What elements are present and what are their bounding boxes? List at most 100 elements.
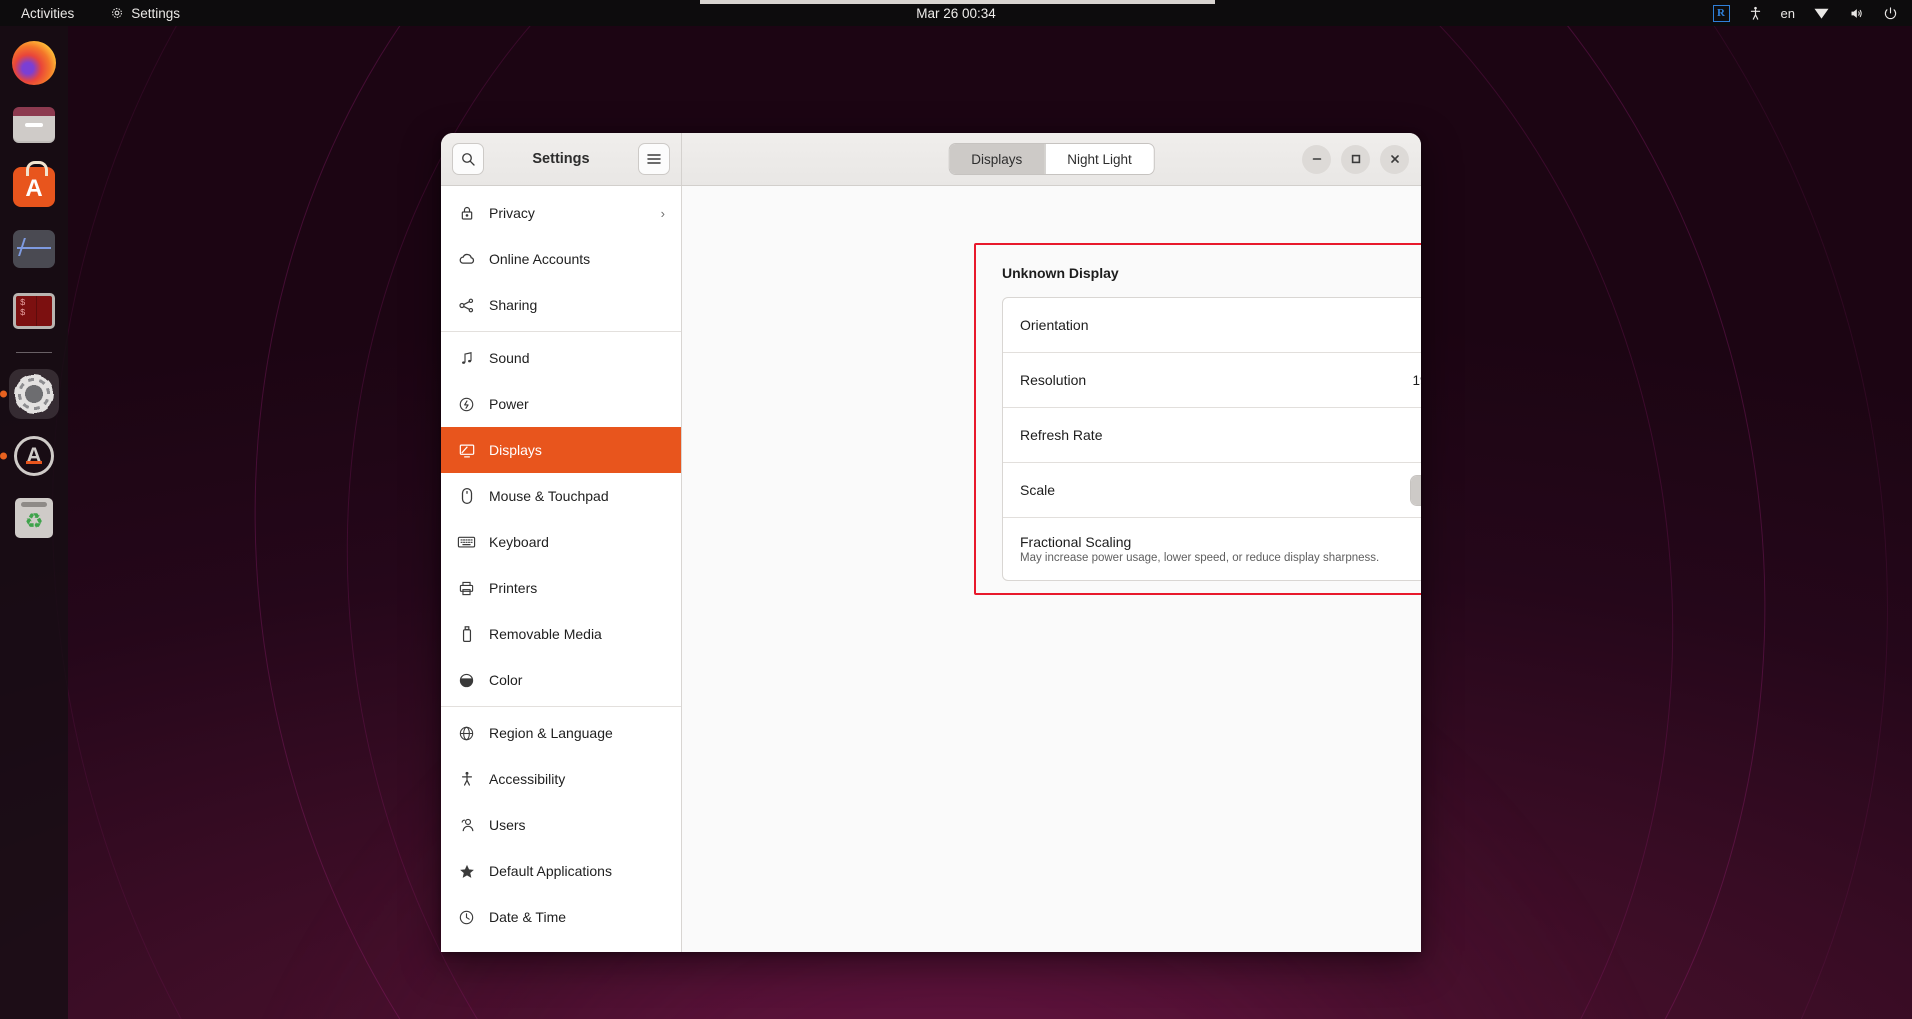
usb-drive-icon: [457, 625, 476, 644]
resolution-dropdown[interactable]: 1920 × 1080 (16:9): [1413, 373, 1421, 388]
sidebar-item-online-accounts[interactable]: Online Accounts: [441, 236, 681, 282]
monitor-icon: [13, 230, 55, 268]
fractional-scaling-description: May increase power usage, lower speed, o…: [1020, 552, 1380, 564]
tab-night-light[interactable]: Night Light: [1044, 144, 1154, 174]
star-icon: [457, 862, 476, 881]
network-icon[interactable]: [1813, 6, 1830, 20]
accessibility-icon[interactable]: [1748, 5, 1763, 22]
sidebar-item-label: Removable Media: [489, 626, 602, 642]
window-controls: [1302, 144, 1409, 174]
sidebar-item-removable-media[interactable]: Removable Media: [441, 611, 681, 657]
view-switcher[interactable]: Displays Night Light: [948, 143, 1155, 175]
dock-item-firefox[interactable]: [9, 38, 59, 88]
updater-icon: A: [14, 436, 54, 476]
dock-item-terminal[interactable]: [9, 286, 59, 336]
accessibility-icon: [457, 770, 476, 789]
sidebar-item-label: Date & Time: [489, 909, 567, 925]
sidebar-item-label: Privacy: [489, 205, 535, 221]
dock-item-software-updater[interactable]: A: [9, 431, 59, 481]
refresh-rate-label: Refresh Rate: [1020, 427, 1103, 443]
display-icon: [457, 441, 476, 460]
users-icon: [457, 816, 476, 835]
dock-item-system-monitor[interactable]: [9, 224, 59, 274]
activities-label: Activities: [21, 5, 75, 21]
window-body: Privacy › Online Accounts Sharing Sound …: [441, 186, 1421, 952]
orientation-row[interactable]: Orientation Landscape: [1003, 298, 1421, 353]
screen-recorder-icon[interactable]: R: [1712, 4, 1730, 22]
search-button[interactable]: [452, 143, 484, 175]
gear-icon: [14, 374, 54, 414]
scale-segmented-control[interactable]: 100 % 200 %: [1410, 474, 1421, 506]
settings-sidebar[interactable]: Privacy › Online Accounts Sharing Sound …: [441, 186, 682, 952]
sidebar-item-label: Online Accounts: [489, 251, 591, 267]
fractional-scaling-label: Fractional Scaling: [1020, 534, 1132, 550]
sidebar-item-power[interactable]: Power: [441, 381, 681, 427]
files-icon: [13, 107, 55, 143]
resolution-value: 1920 × 1080 (16:9): [1412, 372, 1421, 388]
share-icon: [457, 296, 476, 315]
display-settings-panel: Unknown Display Orientation Landscape Re…: [974, 243, 1421, 603]
fractional-scaling-row: Fractional Scaling May increase power us…: [1003, 518, 1421, 580]
volume-icon[interactable]: [1848, 6, 1865, 21]
keyboard-layout-indicator[interactable]: en: [1781, 6, 1795, 21]
refresh-rate-row: Refresh Rate 50.00 Hz: [1003, 408, 1421, 463]
status-indicators[interactable]: R en: [1712, 4, 1912, 22]
dock-item-files[interactable]: [9, 100, 59, 150]
sidebar-item-default-applications[interactable]: Default Applications: [441, 848, 681, 894]
sidebar-item-privacy[interactable]: Privacy ›: [441, 190, 681, 236]
main-menu-button[interactable]: [637, 143, 670, 175]
sidebar-item-region-language[interactable]: Region & Language: [441, 710, 681, 756]
scale-option-100[interactable]: 100 %: [1411, 475, 1421, 505]
minimize-button[interactable]: [1302, 144, 1331, 174]
trash-icon: [15, 498, 53, 538]
sidebar-item-label: Printers: [489, 580, 538, 596]
clock-area: Mar 26 00:34: [0, 6, 1912, 21]
settings-content: Unknown Display Orientation Landscape Re…: [682, 186, 1421, 952]
titlebar-right: Displays Night Light: [682, 133, 1421, 185]
terminal-icon: [13, 293, 55, 329]
sidebar-item-date-time[interactable]: Date & Time: [441, 894, 681, 940]
fractional-scaling-text: Fractional Scaling May increase power us…: [1020, 534, 1379, 564]
dock-item-settings[interactable]: [9, 369, 59, 419]
ubuntu-dock: A: [0, 26, 68, 1019]
power-icon[interactable]: [1883, 6, 1898, 21]
window-title: Settings: [532, 151, 590, 167]
dock-item-trash[interactable]: [9, 493, 59, 543]
software-icon: [13, 161, 55, 207]
sidebar-item-label: Sharing: [489, 297, 538, 313]
settings-window: Settings Displays Night Light Privacy › …: [441, 133, 1421, 952]
cloud-icon: [457, 250, 476, 269]
sidebar-item-label: Users: [489, 817, 526, 833]
window-top-edge-strip: [700, 0, 1215, 4]
display-name-heading: Unknown Display: [1002, 265, 1119, 281]
activities-button[interactable]: Activities: [14, 4, 81, 23]
lock-icon: [457, 204, 476, 223]
orientation-label: Orientation: [1020, 317, 1089, 333]
scale-label: Scale: [1020, 482, 1056, 498]
app-menu-button[interactable]: Settings: [103, 4, 187, 23]
sidebar-item-mouse-touchpad[interactable]: Mouse & Touchpad: [441, 473, 681, 519]
gear-icon: [110, 6, 124, 20]
sidebar-item-color[interactable]: Color: [441, 657, 681, 703]
sidebar-item-label: Keyboard: [489, 534, 549, 550]
tab-displays[interactable]: Displays: [949, 144, 1045, 174]
sidebar-item-label: Region & Language: [489, 725, 613, 741]
sidebar-item-sound[interactable]: Sound: [441, 335, 681, 381]
dock-item-ubuntu-software[interactable]: [9, 161, 59, 212]
sidebar-item-accessibility[interactable]: Accessibility: [441, 756, 681, 802]
maximize-button[interactable]: [1341, 144, 1370, 174]
window-titlebar[interactable]: Settings Displays Night Light: [441, 133, 1421, 186]
resolution-row[interactable]: Resolution 1920 × 1080 (16:9): [1003, 353, 1421, 408]
sidebar-item-keyboard[interactable]: Keyboard: [441, 519, 681, 565]
sidebar-item-users[interactable]: Users: [441, 802, 681, 848]
sidebar-item-printers[interactable]: Printers: [441, 565, 681, 611]
sidebar-item-sharing[interactable]: Sharing: [441, 282, 681, 328]
close-button[interactable]: [1380, 144, 1409, 174]
sidebar-item-label: Displays: [489, 442, 542, 458]
sidebar-item-about[interactable]: About: [441, 940, 681, 952]
clock-label[interactable]: Mar 26 00:34: [916, 6, 996, 21]
sidebar-item-label: Sound: [489, 350, 530, 366]
sidebar-item-displays[interactable]: Displays: [441, 427, 681, 473]
sidebar-item-label: Mouse & Touchpad: [489, 488, 609, 504]
scale-row: Scale 100 % 200 %: [1003, 463, 1421, 518]
